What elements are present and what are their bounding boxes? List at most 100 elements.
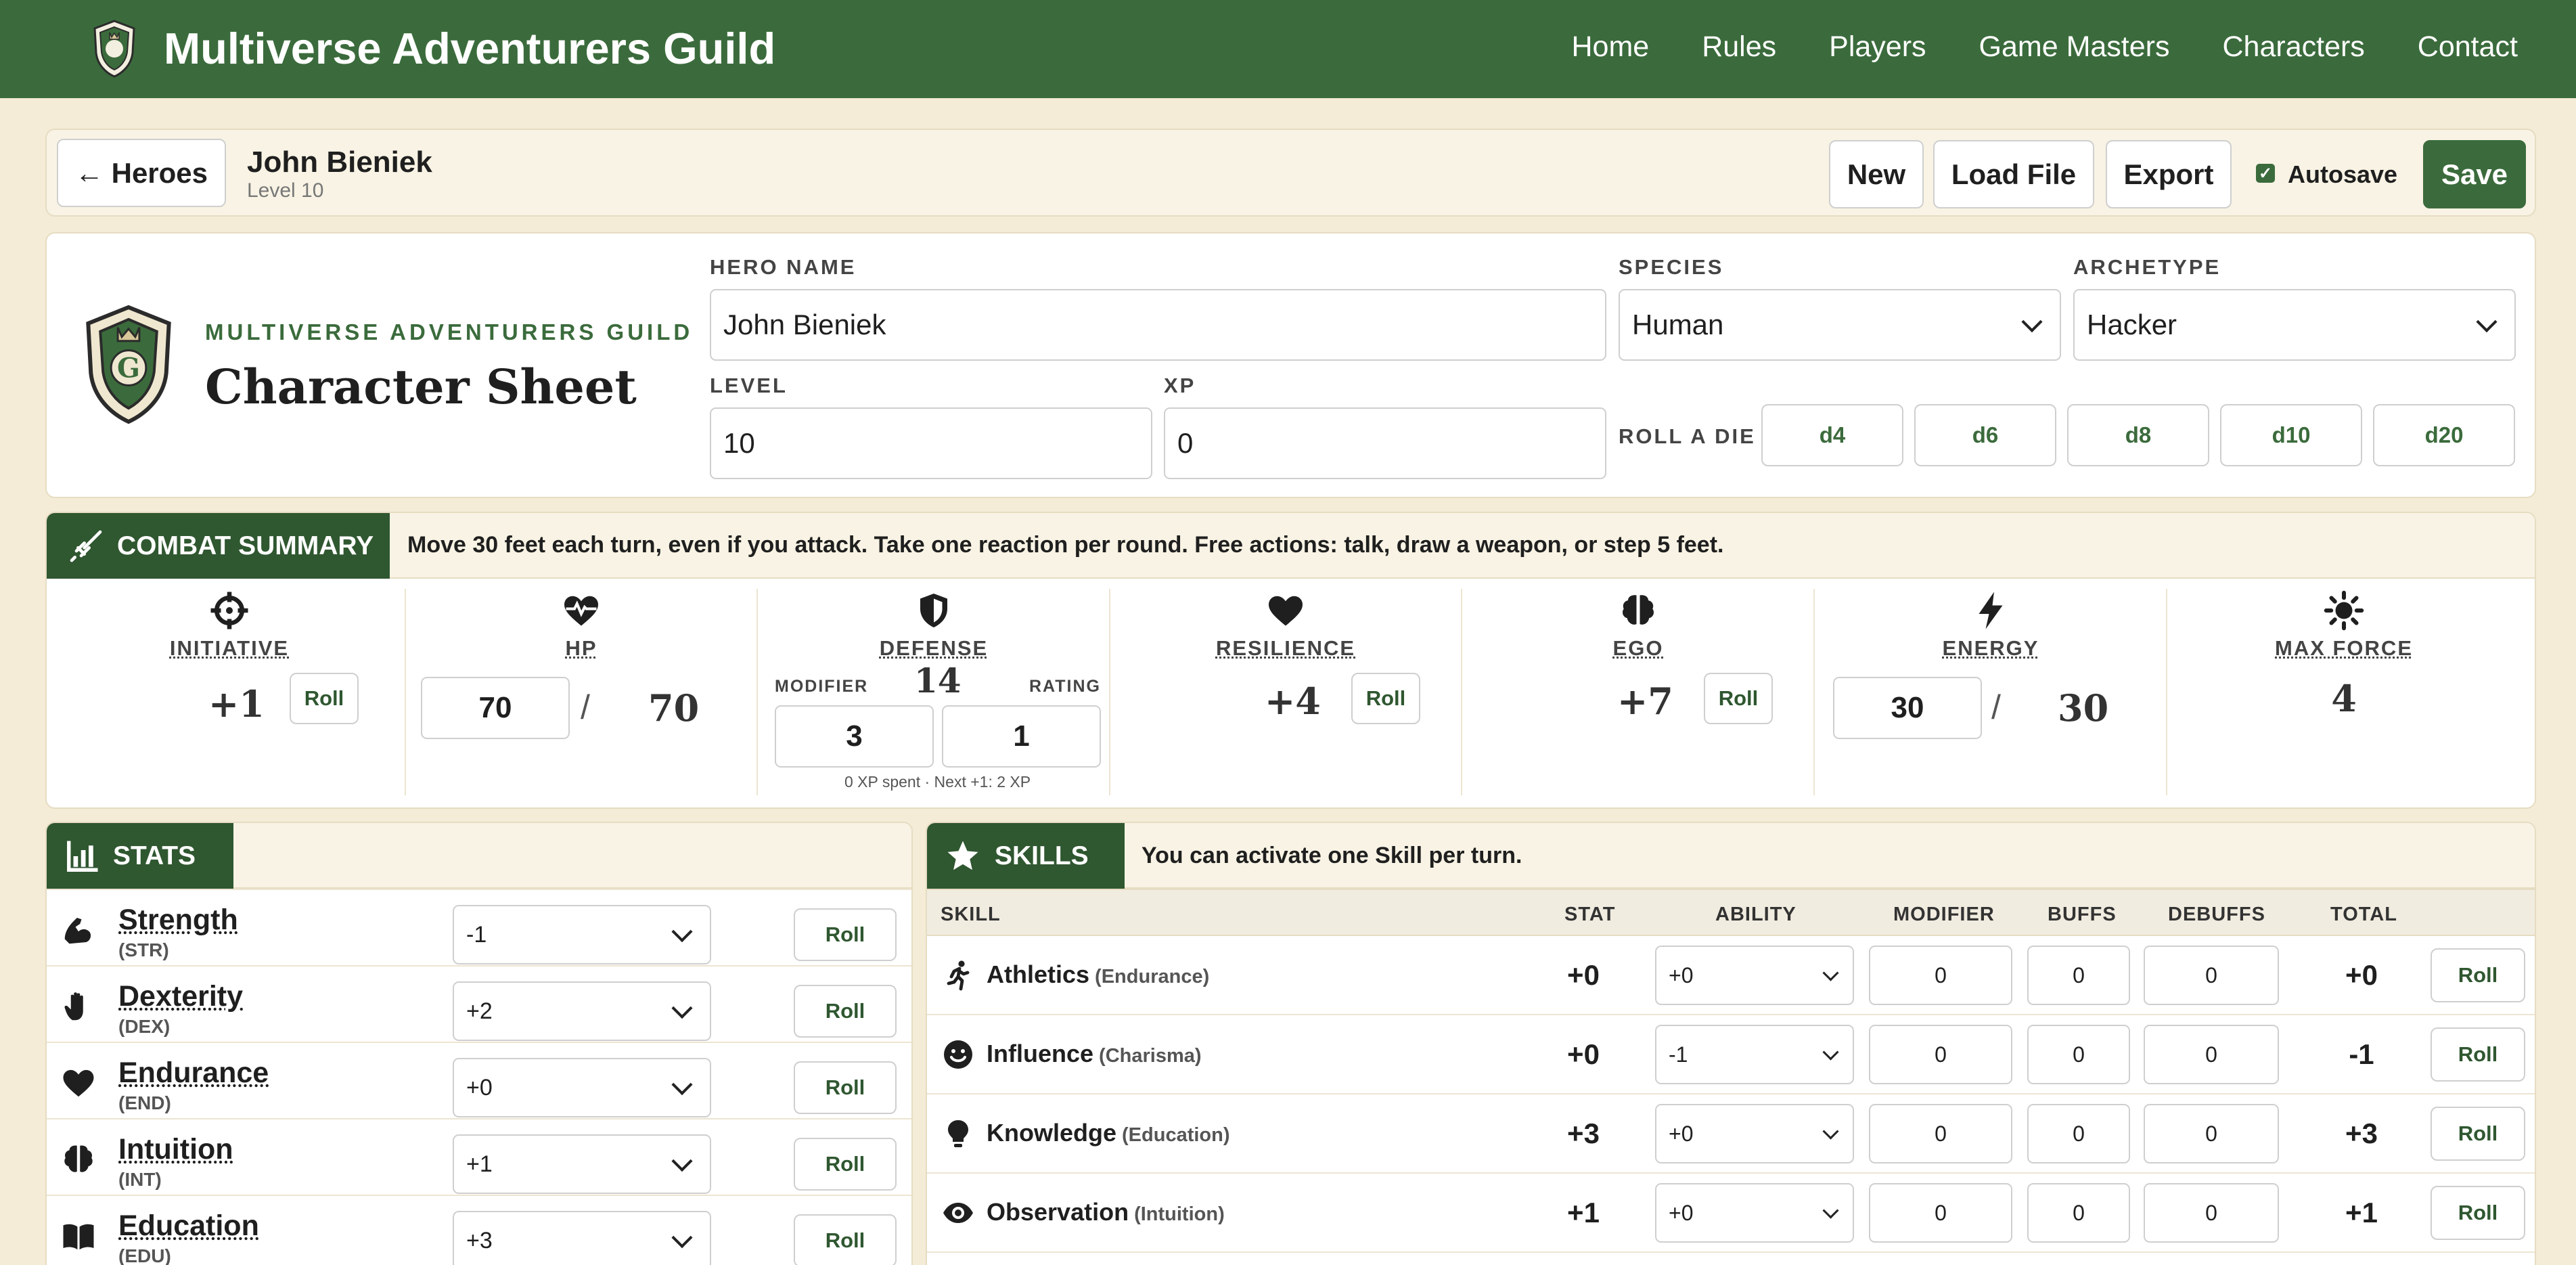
nav-link-players[interactable]: Players	[1829, 30, 1926, 64]
stat-roll-button[interactable]: Roll	[794, 1061, 897, 1114]
species-select[interactable]: Human	[1619, 289, 2061, 361]
skill-stat-name: (Education)	[1122, 1124, 1230, 1146]
skill-roll-button[interactable]: Roll	[2431, 1027, 2525, 1082]
stat-value-select[interactable]: -1	[453, 905, 711, 964]
nav-link-home[interactable]: Home	[1572, 30, 1650, 64]
skill-modifier-input[interactable]: 0	[1869, 1104, 2012, 1163]
skill-row-observation: Observation (Intuition) +1 +0 0 0 0 +1 Ro…	[927, 1174, 2535, 1253]
ego-label[interactable]: EGO	[1463, 636, 1813, 661]
stat-value-select[interactable]: +0	[453, 1058, 711, 1117]
heart-pulse-icon	[564, 596, 598, 626]
back-to-heroes-button[interactable]: ← Heroes	[57, 139, 226, 207]
site-title[interactable]: Multiverse Adventurers Guild	[164, 23, 775, 74]
skill-buffs-input[interactable]: 0	[2027, 1183, 2130, 1243]
stat-roll-button[interactable]: Roll	[794, 908, 897, 961]
stat-row-dexterity: Dexterity (DEX) +2 Roll	[47, 965, 911, 1042]
skill-label: Observation	[987, 1198, 1129, 1226]
stat-name[interactable]: Endurance	[118, 1057, 269, 1090]
roll-d8-button[interactable]: d8	[2067, 404, 2209, 466]
sword-icon	[70, 530, 102, 562]
hp-label[interactable]: HP	[406, 636, 756, 661]
skill-modifier-input[interactable]: 0	[1869, 946, 2012, 1005]
skill-ability-select[interactable]: +0	[1655, 1183, 1854, 1243]
load-file-button[interactable]: Load File	[1933, 140, 2094, 208]
combat-summary-tab: COMBAT SUMMARY	[47, 513, 390, 579]
skill-total-value: -1	[2349, 1038, 2374, 1070]
skill-roll-button[interactable]: Roll	[2431, 948, 2525, 1002]
stat-value-select[interactable]: +3	[453, 1211, 711, 1265]
stat-roll-button[interactable]: Roll	[794, 1214, 897, 1265]
defense-rating-label: RATING	[1029, 677, 1101, 696]
initiative-column: INITIATIVE +1 Roll	[54, 589, 406, 795]
energy-current-input[interactable]: 30	[1833, 677, 1982, 739]
heart-icon	[1269, 596, 1303, 626]
column-header-ability: ABILITY	[1715, 904, 1797, 925]
defense-rating-input[interactable]: 1	[942, 705, 1101, 768]
skill-ability-select[interactable]: +0	[1655, 946, 1854, 1005]
roll-d4-button[interactable]: d4	[1761, 404, 1903, 466]
resilience-roll-button[interactable]: Roll	[1351, 673, 1420, 724]
archetype-select[interactable]: Hacker	[2073, 289, 2516, 361]
roll-d6-button[interactable]: d6	[1914, 404, 2056, 466]
xp-input[interactable]: 0	[1164, 407, 1606, 479]
skill-debuffs-input[interactable]: 0	[2144, 1025, 2279, 1084]
skill-debuffs-input[interactable]: 0	[2144, 946, 2279, 1005]
nav-link-game-masters[interactable]: Game Masters	[1979, 30, 2170, 64]
level-input[interactable]: 10	[710, 407, 1152, 479]
initiative-value: +1	[208, 682, 265, 726]
hero-name-input[interactable]: John Bieniek	[710, 289, 1606, 361]
defense-label[interactable]: DEFENSE	[759, 636, 1109, 661]
export-button[interactable]: Export	[2106, 140, 2232, 208]
skill-buffs-input[interactable]: 0	[2027, 1025, 2130, 1084]
defense-value: 14	[914, 661, 962, 701]
hp-current-input[interactable]: 70	[421, 677, 570, 739]
skill-name[interactable]: Influence (Charisma)	[987, 1040, 1202, 1068]
skill-modifier-input[interactable]: 0	[1869, 1183, 2012, 1243]
defense-modifier-input[interactable]: 3	[775, 705, 934, 768]
stat-name[interactable]: Strength	[118, 904, 238, 937]
roll-d10-button[interactable]: d10	[2220, 404, 2362, 466]
stat-value-select[interactable]: +2	[453, 981, 711, 1041]
skill-ability-select[interactable]: -1	[1655, 1025, 1854, 1084]
skill-row-athletics: Athletics (Endurance) +0 +0 0 0 0 +0 Roll	[927, 936, 2535, 1015]
skill-name[interactable]: Knowledge (Education)	[987, 1119, 1230, 1147]
energy-label[interactable]: ENERGY	[1815, 636, 2166, 661]
skill-modifier-input[interactable]: 0	[1869, 1025, 2012, 1084]
stat-value-select[interactable]: +1	[453, 1134, 711, 1194]
ego-roll-button[interactable]: Roll	[1704, 673, 1773, 724]
guild-shield-logo[interactable]	[92, 19, 137, 79]
autosave-checkbox[interactable]: ✓	[2256, 164, 2275, 183]
new-button[interactable]: New	[1829, 140, 1924, 208]
initiative-roll-button[interactable]: Roll	[290, 673, 359, 724]
skill-roll-button[interactable]: Roll	[2431, 1186, 2525, 1240]
nav-link-characters[interactable]: Characters	[2223, 30, 2365, 64]
skill-stat-name: (Intuition)	[1134, 1203, 1225, 1225]
skill-debuffs-input[interactable]: 0	[2144, 1104, 2279, 1163]
ego-column: EGO +7 Roll	[1463, 589, 1815, 795]
skill-buffs-input[interactable]: 0	[2027, 946, 2130, 1005]
crosshair-icon	[210, 592, 248, 629]
save-button[interactable]: Save	[2423, 140, 2526, 208]
skill-roll-button[interactable]: Roll	[2431, 1107, 2525, 1161]
sun-icon	[2324, 590, 2364, 631]
stat-roll-button[interactable]: Roll	[794, 1138, 897, 1191]
roll-d20-button[interactable]: d20	[2373, 404, 2515, 466]
stat-row-endurance: Endurance (END) +0 Roll	[47, 1042, 911, 1118]
nav-link-rules[interactable]: Rules	[1702, 30, 1776, 64]
resilience-label[interactable]: RESILIENCE	[1110, 636, 1461, 661]
stat-name[interactable]: Dexterity	[118, 980, 243, 1013]
nav-link-contact[interactable]: Contact	[2418, 30, 2518, 64]
skill-name[interactable]: Observation (Intuition)	[987, 1198, 1225, 1226]
lightning-icon	[1979, 592, 2003, 629]
column-header-stat: STAT	[1564, 904, 1616, 925]
stat-name[interactable]: Education	[118, 1209, 259, 1243]
max-force-label[interactable]: MAX FORCE	[2168, 636, 2520, 661]
skill-debuffs-input[interactable]: 0	[2144, 1183, 2279, 1243]
skill-name[interactable]: Athletics (Endurance)	[987, 960, 1209, 989]
stat-roll-button[interactable]: Roll	[794, 985, 897, 1038]
skill-ability-select[interactable]: +0	[1655, 1104, 1854, 1163]
initiative-label[interactable]: INITIATIVE	[54, 636, 405, 661]
skill-buffs-input[interactable]: 0	[2027, 1104, 2130, 1163]
stat-name[interactable]: Intuition	[118, 1133, 233, 1166]
autosave-label[interactable]: Autosave	[2288, 160, 2397, 189]
